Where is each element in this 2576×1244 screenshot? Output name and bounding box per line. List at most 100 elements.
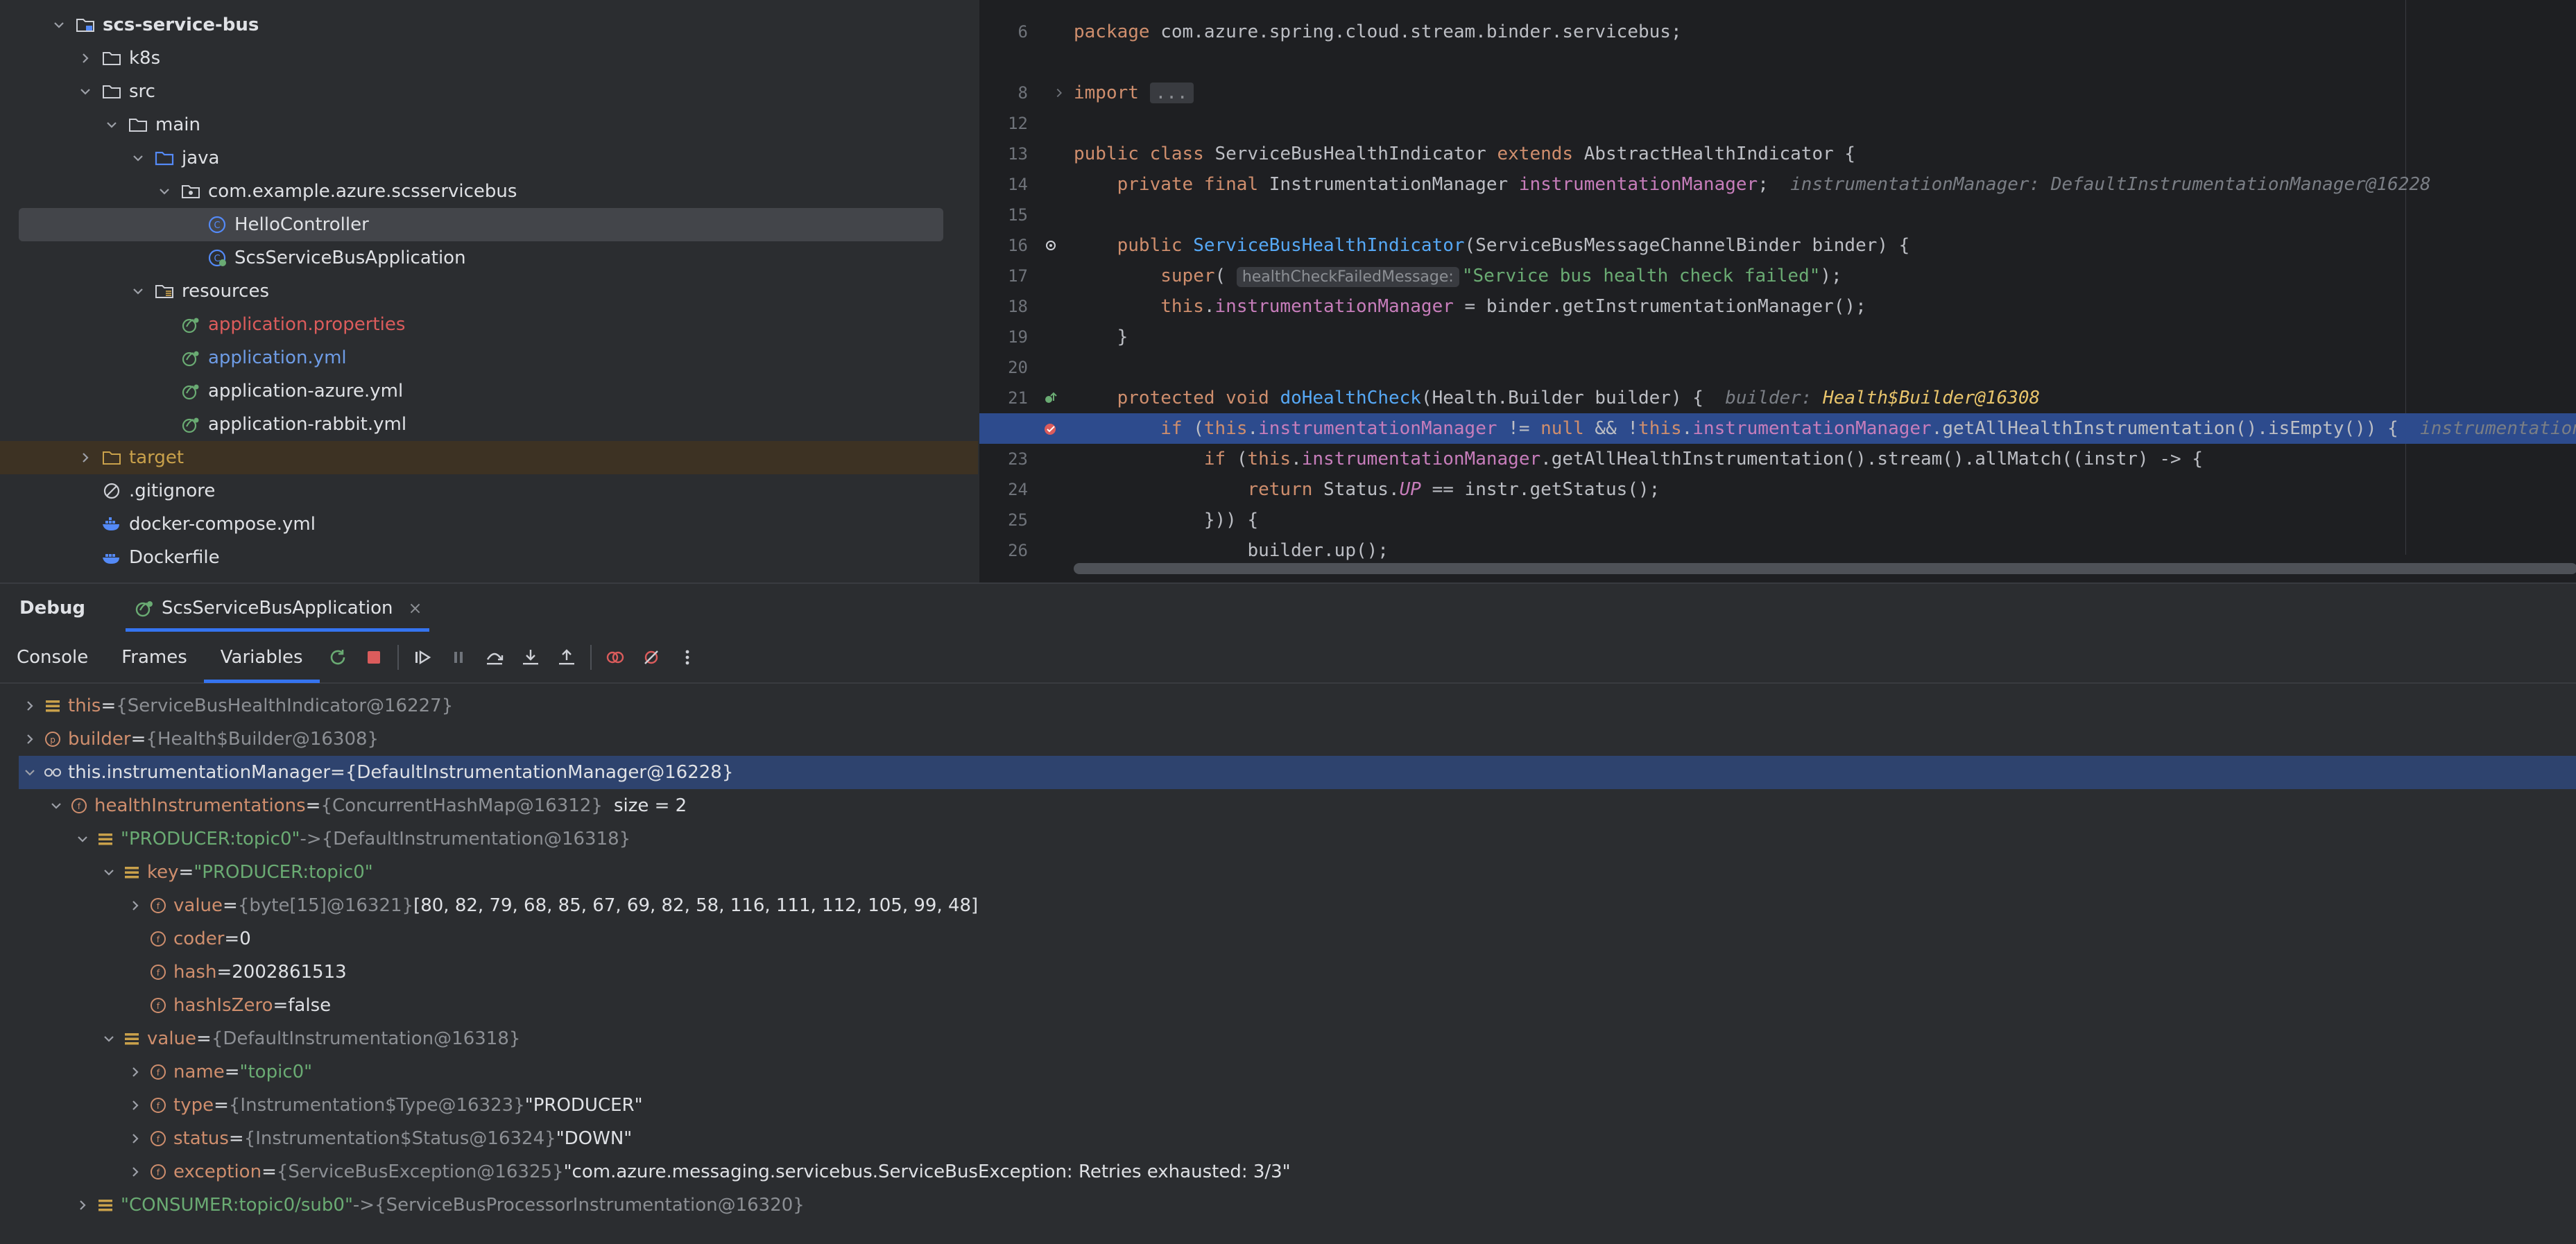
more-options-icon[interactable] <box>669 639 705 675</box>
project-tree-item[interactable]: C ScsServiceBusApplication <box>0 241 978 275</box>
chevron-right-icon[interactable] <box>75 447 96 468</box>
stop-icon[interactable] <box>356 639 392 675</box>
project-tree-item[interactable]: Dockerfile <box>0 541 978 574</box>
project-tree-item[interactable]: application-rabbit.yml <box>0 408 978 441</box>
chevron-right-icon[interactable] <box>1028 86 1074 100</box>
mute-breakpoints-icon[interactable] <box>633 639 669 675</box>
project-tree-item[interactable]: C HelloController <box>19 208 943 241</box>
code-line[interactable]: 6 package com.azure.spring.cloud.stream.b… <box>979 17 2576 47</box>
chevron-down-icon[interactable] <box>98 1028 119 1049</box>
code-line[interactable]: 18 this.instrumentationManager = binder.… <box>979 291 2576 322</box>
chevron-right-icon[interactable] <box>125 895 146 916</box>
project-tree-item[interactable]: .gitignore <box>0 474 978 508</box>
code-line[interactable]: 20 <box>979 352 2576 383</box>
resume-icon[interactable] <box>404 639 440 675</box>
close-icon[interactable]: × <box>409 598 422 618</box>
project-tree-item[interactable]: scs-service-bus <box>0 8 978 42</box>
tab-variables[interactable]: Variables <box>203 632 320 683</box>
code-token: instrumentationManager <box>1518 174 1758 195</box>
code-token: UP <box>1399 479 1421 500</box>
chevron-down-icon[interactable] <box>101 114 122 135</box>
chevron-down-icon[interactable] <box>19 762 40 783</box>
chevron-right-icon[interactable] <box>19 729 40 750</box>
variable-row[interactable]: f healthInstrumentations = {ConcurrentHas… <box>0 789 2576 822</box>
variable-row[interactable]: f name = "topic0" <box>0 1055 2576 1089</box>
chevron-down-icon[interactable] <box>98 862 119 883</box>
project-tree-item[interactable]: main <box>0 108 978 141</box>
code-line[interactable]: 21 protected void doHealthCheck(Health.B… <box>979 383 2576 413</box>
step-into-icon[interactable] <box>513 639 549 675</box>
chevron-right-icon[interactable] <box>72 1195 93 1216</box>
pause-icon[interactable] <box>440 639 476 675</box>
variable-row[interactable]: f status = {Instrumentation$Status@16324}… <box>0 1122 2576 1155</box>
code-line[interactable]: 17 super( healthCheckFailedMessage: "Serv… <box>979 261 2576 291</box>
project-tree-item[interactable]: docker-compose.yml <box>0 508 978 541</box>
chevron-right-icon[interactable] <box>125 1062 146 1082</box>
breakpoint-icon[interactable] <box>1028 420 1074 437</box>
debug-session-tab[interactable]: ScsServiceBusApplication × <box>125 583 429 633</box>
code-line[interactable]: 15 <box>979 200 2576 230</box>
tab-console[interactable]: Console <box>0 632 105 683</box>
variable-row[interactable]: f exception = {ServiceBusException@16325}… <box>0 1155 2576 1189</box>
code-line[interactable]: 13 public class ServiceBusHealthIndicator… <box>979 139 2576 169</box>
code-token: ; <box>1758 174 1791 195</box>
variable-row[interactable]: this.instrumentationManager = {DefaultIn… <box>19 756 2576 789</box>
code-line[interactable]: 26 builder.up(); <box>979 535 2576 566</box>
execution-point-line[interactable]: if (this.instrumentationManager != null … <box>979 413 2576 444</box>
variable-type: {Instrumentation$Type@16323} <box>228 1095 525 1116</box>
code-line[interactable]: 23 if (this.instrumentationManager.getAl… <box>979 444 2576 474</box>
project-tree-item[interactable]: src <box>0 75 978 108</box>
variable-row[interactable]: "PRODUCER:topic0" -> {DefaultInstrumenta… <box>0 822 2576 856</box>
code-line[interactable]: 8 import ... <box>979 78 2576 108</box>
code-editor[interactable]: 6 package com.azure.spring.cloud.stream.b… <box>978 0 2576 582</box>
chevron-right-icon[interactable] <box>125 1128 146 1149</box>
chevron-right-icon[interactable] <box>19 696 40 716</box>
variable-row[interactable]: key = "PRODUCER:topic0" <box>0 856 2576 889</box>
chevron-down-icon[interactable] <box>128 148 148 169</box>
project-tree-item[interactable]: resources <box>0 275 978 308</box>
project-tree-item[interactable]: k8s <box>0 42 978 75</box>
variable-separator: = <box>261 1161 277 1182</box>
view-breakpoints-icon[interactable] <box>597 639 633 675</box>
chevron-right-icon[interactable] <box>125 1161 146 1182</box>
variable-row[interactable]: this = {ServiceBusHealthIndicator@16227} <box>0 689 2576 723</box>
chevron-down-icon[interactable] <box>46 795 67 816</box>
chevron-right-icon[interactable] <box>75 48 96 69</box>
chevron-down-icon[interactable] <box>128 281 148 302</box>
variable-row[interactable]: f hashIsZero = false <box>0 989 2576 1022</box>
tab-frames[interactable]: Frames <box>105 632 204 683</box>
code-line[interactable] <box>979 47 2576 78</box>
project-tree-item[interactable]: application.yml <box>0 341 978 374</box>
code-line[interactable]: 14 private final InstrumentationManager … <box>979 169 2576 200</box>
project-tree-item[interactable]: application-azure.yml <box>0 374 978 408</box>
code-line[interactable]: 16 public ServiceBusHealthIndicator(Serv… <box>979 230 2576 261</box>
variable-row[interactable]: p builder = {Health$Builder@16308} <box>0 723 2576 756</box>
project-tree-item[interactable]: java <box>0 141 978 175</box>
implements-icon[interactable] <box>1028 390 1074 406</box>
step-over-icon[interactable] <box>476 639 513 675</box>
variable-row[interactable]: f hash = 2002861513 <box>0 956 2576 989</box>
code-line[interactable]: 24 return Status.UP == instr.getStatus()… <box>979 474 2576 505</box>
variable-row[interactable]: f coder = 0 <box>0 922 2576 956</box>
code-line[interactable]: 25 })) { <box>979 505 2576 535</box>
variable-type: {byte[15]@16321} <box>237 895 414 916</box>
project-tree-item[interactable]: target <box>0 441 978 474</box>
step-out-icon[interactable] <box>549 639 585 675</box>
variable-row[interactable]: "CONSUMER:topic0/sub0" -> {ServiceBusPro… <box>0 1189 2576 1222</box>
project-tree-item[interactable]: com.example.azure.scsservicebus <box>0 175 978 208</box>
chevron-down-icon[interactable] <box>72 829 93 849</box>
chevron-down-icon[interactable] <box>154 181 175 202</box>
field-icon: f <box>69 796 89 815</box>
variable-row[interactable]: f value = {byte[15]@16321} [80, 82, 79, 6… <box>0 889 2576 922</box>
project-tree-item[interactable]: application.properties <box>0 308 978 341</box>
override-icon[interactable] <box>1028 237 1074 254</box>
folded-imports[interactable]: ... <box>1149 83 1194 103</box>
chevron-down-icon[interactable] <box>75 81 96 102</box>
code-line[interactable]: 19 } <box>979 322 2576 352</box>
code-line[interactable]: 12 <box>979 108 2576 139</box>
variable-row[interactable]: f type = {Instrumentation$Type@16323} "PR… <box>0 1089 2576 1122</box>
variable-row[interactable]: value = {DefaultInstrumentation@16318} <box>0 1022 2576 1055</box>
chevron-right-icon[interactable] <box>125 1095 146 1116</box>
rerun-icon[interactable] <box>320 639 356 675</box>
chevron-down-icon[interactable] <box>49 15 69 35</box>
